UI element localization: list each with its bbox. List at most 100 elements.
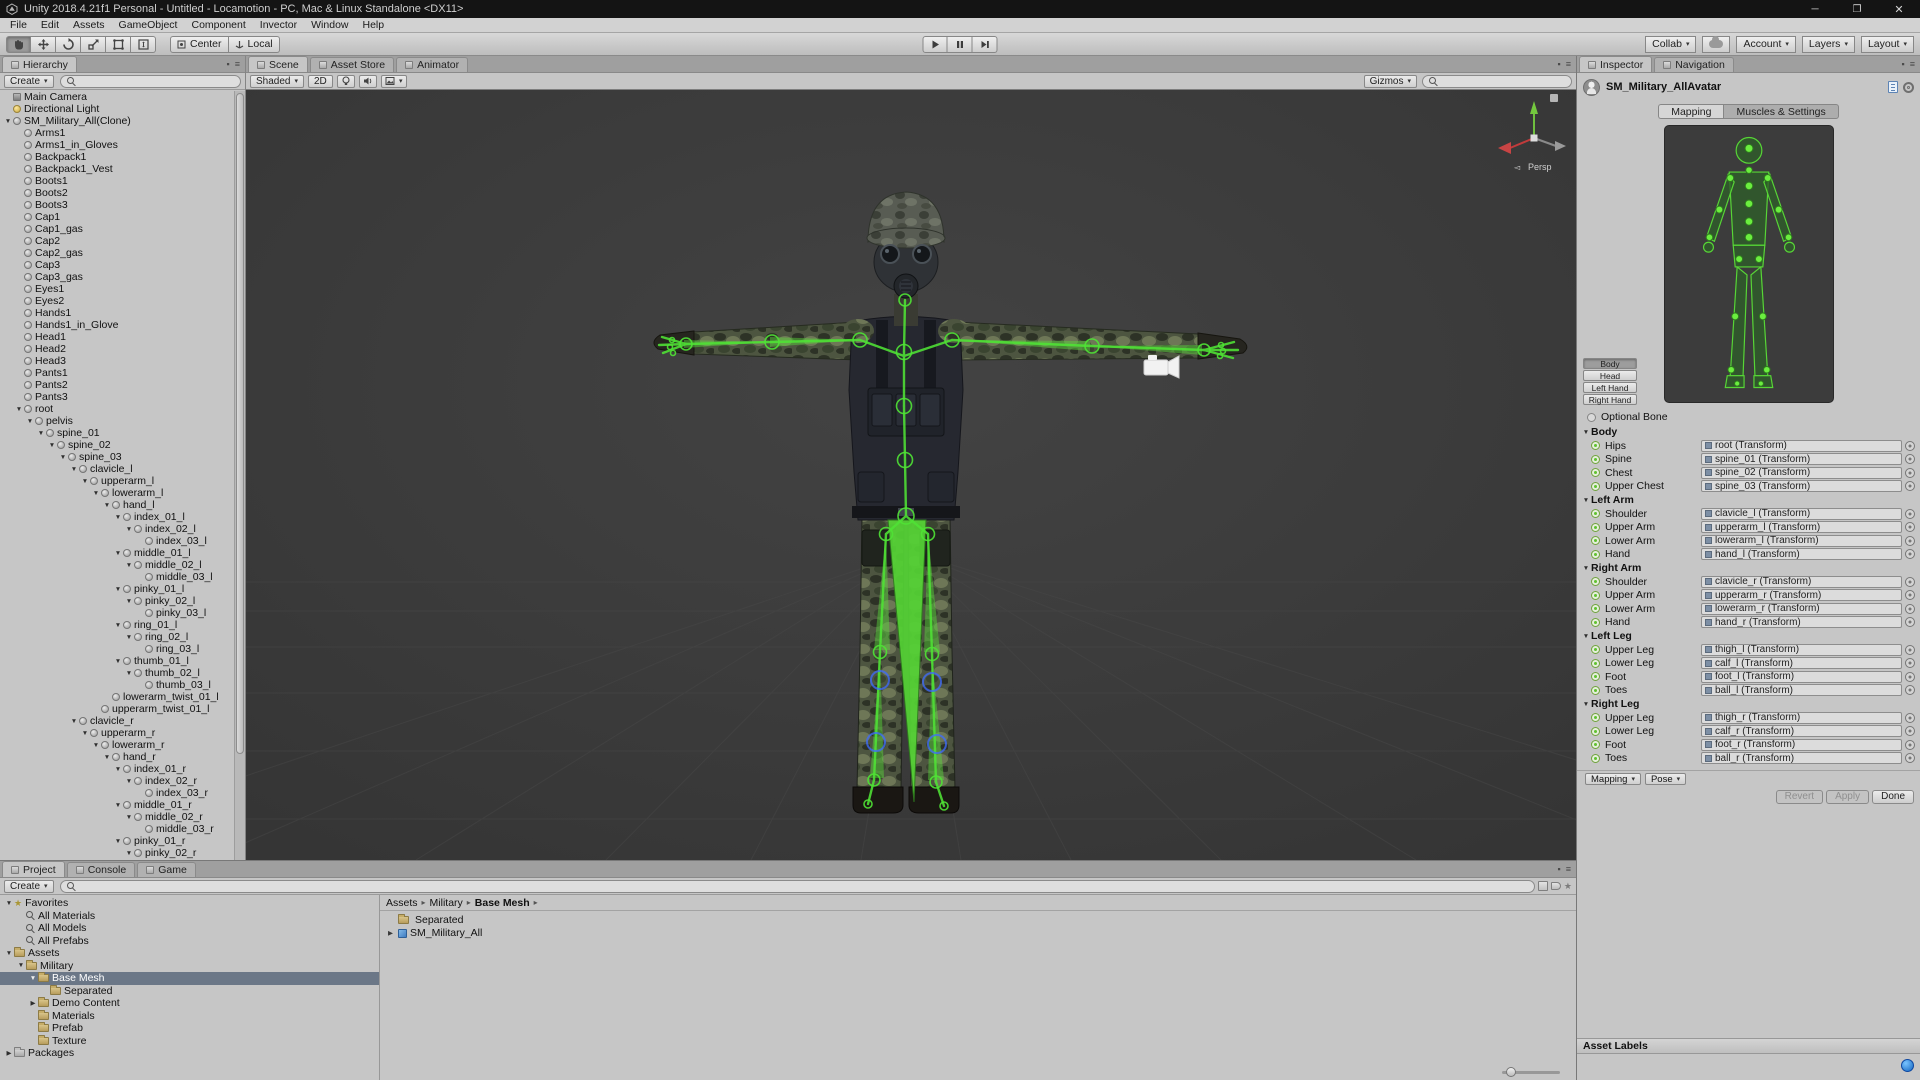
scene-search-field[interactable] <box>1422 74 1572 88</box>
project-tree-row[interactable]: ▼ ★ Favorites <box>0 897 379 910</box>
foldout-icon[interactable]: ▼ <box>14 406 24 413</box>
foldout-icon[interactable]: ▼ <box>28 975 38 982</box>
panel-lock-icon[interactable]: ▪ <box>1558 59 1561 69</box>
done-button[interactable]: Done <box>1872 789 1914 804</box>
hierarchy-row[interactable]: Cap2_gas <box>0 247 245 259</box>
hierarchy-row[interactable]: Head3 <box>0 355 245 367</box>
apply-button[interactable]: Apply <box>1826 789 1870 804</box>
cloud-button[interactable] <box>1702 35 1731 53</box>
minimize-button[interactable]: ─ <box>1794 0 1836 18</box>
foldout-icon[interactable]: ▼ <box>124 562 134 569</box>
close-button[interactable]: ✕ <box>1878 0 1920 18</box>
hierarchy-row[interactable]: pinky_03_r <box>0 859 245 860</box>
bone-object-field[interactable]: calf_r (Transform) <box>1701 725 1902 738</box>
hierarchy-row[interactable]: Pants2 <box>0 379 245 391</box>
foldout-icon[interactable]: ▼ <box>25 418 35 425</box>
tab-project[interactable]: Project <box>2 861 65 877</box>
bone-section-header[interactable]: ▼ Right Leg <box>1577 697 1920 711</box>
play-button[interactable] <box>922 35 948 53</box>
project-item-row[interactable]: ▶ SM_Military_All <box>380 927 1576 941</box>
hierarchy-row[interactable]: Boots1 <box>0 175 245 187</box>
project-tree-row[interactable]: Separated <box>0 984 379 998</box>
menu-edit[interactable]: Edit <box>34 19 66 31</box>
foldout-icon[interactable]: ▼ <box>124 634 134 641</box>
foldout-icon[interactable]: ▼ <box>1581 565 1591 572</box>
hierarchy-row[interactable]: ▼ ring_01_l <box>0 619 245 631</box>
project-tree-row[interactable]: ▶ Demo Content <box>0 997 379 1010</box>
foldout-icon[interactable]: ▼ <box>4 950 14 957</box>
hierarchy-row[interactable]: ▼ hand_l <box>0 499 245 511</box>
panel-menu-icon[interactable]: ≡ <box>1566 864 1571 874</box>
pivot-toggle-button[interactable]: Center <box>170 35 229 53</box>
search-by-type-icon[interactable] <box>1537 881 1548 891</box>
hierarchy-row[interactable]: Pants3 <box>0 391 245 403</box>
hierarchy-row[interactable]: ▼ index_01_l <box>0 511 245 523</box>
foldout-icon[interactable]: ▼ <box>47 442 57 449</box>
hierarchy-row[interactable]: Cap1_gas <box>0 223 245 235</box>
foldout-icon[interactable]: ▼ <box>113 586 123 593</box>
object-picker-icon[interactable] <box>1905 617 1915 628</box>
hierarchy-row[interactable]: ▼ middle_01_l <box>0 547 245 559</box>
bone-object-field[interactable]: spine_03 (Transform) <box>1701 480 1902 493</box>
tab-mapping[interactable]: Mapping <box>1658 104 1724 119</box>
hierarchy-row[interactable]: index_03_l <box>0 535 245 547</box>
foldout-icon[interactable]: ▼ <box>113 658 123 665</box>
project-tree-row[interactable]: All Prefabs <box>0 935 379 948</box>
tab-inspector[interactable]: Inspector <box>1579 56 1653 72</box>
hierarchy-row[interactable]: Hands1 <box>0 307 245 319</box>
foldout-icon[interactable]: ▼ <box>1581 497 1591 504</box>
hierarchy-row[interactable]: Head1 <box>0 331 245 343</box>
hierarchy-row[interactable]: middle_03_r <box>0 823 245 835</box>
foldout-icon[interactable]: ▼ <box>102 754 112 761</box>
shading-mode-dropdown[interactable]: Shaded ▾ <box>250 74 304 88</box>
help-doc-icon[interactable] <box>1888 81 1898 93</box>
foldout-icon[interactable]: ▼ <box>124 526 134 533</box>
foldout-icon[interactable]: ▼ <box>91 742 101 749</box>
foldout-icon[interactable]: ▼ <box>3 118 13 125</box>
foldout-icon[interactable]: ▶ <box>4 1049 14 1057</box>
tab-animator[interactable]: Animator <box>396 57 469 72</box>
hierarchy-row[interactable]: ▼ spine_01 <box>0 427 245 439</box>
slider-knob[interactable] <box>1506 1067 1516 1077</box>
bone-object-field[interactable]: spine_01 (Transform) <box>1701 453 1902 466</box>
scene-viewport[interactable]: Persp ◅ <box>246 90 1576 860</box>
scene-effects-dropdown[interactable]: ▾ <box>380 74 407 88</box>
bone-object-field[interactable]: clavicle_r (Transform) <box>1701 575 1902 588</box>
project-tree-row[interactable]: Materials <box>0 1009 379 1023</box>
hierarchy-row[interactable]: ▼ hand_r <box>0 751 245 763</box>
object-picker-icon[interactable] <box>1905 522 1915 533</box>
hierarchy-row[interactable]: ▼ index_01_r <box>0 763 245 775</box>
hierarchy-row[interactable]: ▼ thumb_02_l <box>0 667 245 679</box>
hierarchy-row[interactable]: Backpack1_Vest <box>0 163 245 175</box>
hierarchy-row[interactable]: middle_03_l <box>0 571 245 583</box>
hierarchy-row[interactable]: ▼ spine_02 <box>0 439 245 451</box>
asset-bundle-icon[interactable] <box>1901 1059 1914 1072</box>
hierarchy-row[interactable]: Directional Light <box>0 103 245 115</box>
project-create-dropdown[interactable]: Create ▾ <box>4 879 54 893</box>
foldout-icon[interactable]: ▼ <box>113 766 123 773</box>
foldout-icon[interactable]: ▼ <box>91 490 101 497</box>
hierarchy-row[interactable]: ▼ ring_02_l <box>0 631 245 643</box>
persp-toggle[interactable]: Persp <box>1528 162 1552 172</box>
object-picker-icon[interactable] <box>1905 440 1915 451</box>
object-picker-icon[interactable] <box>1905 753 1915 764</box>
project-tree-row[interactable]: ▼ Assets <box>0 947 379 960</box>
hierarchy-row[interactable]: ▼ pinky_02_r <box>0 847 245 859</box>
scene-audio-toggle[interactable] <box>358 74 377 88</box>
hierarchy-row[interactable]: ▼ thumb_01_l <box>0 655 245 667</box>
scale-tool-button[interactable] <box>81 35 106 53</box>
hierarchy-row[interactable]: ▼ clavicle_r <box>0 715 245 727</box>
object-picker-icon[interactable] <box>1905 454 1915 465</box>
hierarchy-row[interactable]: ▼ spine_03 <box>0 451 245 463</box>
search-by-label-icon[interactable] <box>1550 882 1561 890</box>
foldout-icon[interactable]: ▼ <box>124 814 134 821</box>
object-picker-icon[interactable] <box>1905 739 1915 750</box>
breadcrumb-item[interactable]: Base Mesh <box>475 897 530 909</box>
hierarchy-row[interactable]: ▼ lowerarm_l <box>0 487 245 499</box>
scene-search-input[interactable] <box>1441 75 1565 87</box>
bone-object-field[interactable]: hand_r (Transform) <box>1701 616 1902 629</box>
hierarchy-row[interactable]: Arms1 <box>0 127 245 139</box>
mapping-menu-dropdown[interactable]: Mapping ▾ <box>1585 773 1641 785</box>
foldout-icon[interactable]: ▼ <box>58 454 68 461</box>
panel-lock-icon[interactable]: ▪ <box>1558 864 1561 874</box>
